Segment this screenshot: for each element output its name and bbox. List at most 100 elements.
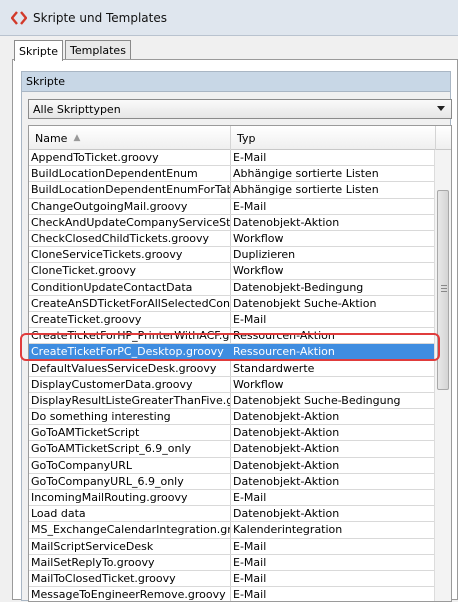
cell-type: Datenobjekt Suche-Bedingung (233, 393, 401, 407)
column-header-type[interactable]: Typ (231, 126, 436, 150)
column-header-name-label: Name (35, 131, 68, 145)
cell-type: Abhängige sortierte Listen (233, 167, 379, 181)
cell-name: GoToAMTicketScript (29, 425, 231, 441)
grip-line (441, 285, 447, 286)
cell-type: Datenobjekt-Aktion (233, 410, 340, 424)
cell-name: DisplayCustomerData.groovy (29, 376, 231, 392)
table-row[interactable]: CloneTicket.groovy Workflow (29, 263, 434, 280)
sort-ascending-icon: ▲ (73, 133, 81, 143)
script-type-select-value: Alle Skripttypen (33, 102, 121, 116)
cell-name: CloneTicket.groovy (29, 263, 231, 279)
table-row[interactable]: CreateTicketForPC_Desktop.groovy Ressourc… (29, 344, 434, 361)
cell-type: Workflow (233, 264, 284, 278)
tab-skripte[interactable]: Skripte (14, 40, 63, 61)
cell-name: Do something interesting (29, 409, 231, 425)
table-row[interactable]: Load data Datenobjekt-Aktion (29, 506, 434, 523)
cell-type: Workflow (233, 232, 284, 246)
cell-name: DisplayResultListeGreaterThanFive.gro... (31, 392, 231, 408)
cell-name: MailSetReplyTo.groovy (29, 554, 231, 570)
title-bar: Skripte und Templates (0, 0, 458, 36)
cell-name: ChangeOutgoingMail.groovy (29, 198, 231, 214)
table-row[interactable]: DefaultValuesServiceDesk.groovy Standardw… (29, 360, 434, 377)
table-row[interactable]: DisplayCustomerData.groovy Workflow (29, 376, 434, 393)
cell-type: Kalenderintegration (233, 523, 343, 537)
cell-type: Standardwerte (233, 361, 315, 375)
cell-type: E-Mail (233, 491, 267, 505)
tab-bar: Skripte Templates (14, 40, 131, 61)
cell-name: MailToClosedTicket.groovy (29, 570, 231, 587)
group-header: Skripte (22, 72, 450, 92)
tab-templates[interactable]: Templates (65, 40, 131, 60)
cell-name: ConditionUpdateContactData (29, 279, 231, 295)
column-header-name[interactable]: Name ▲ (29, 126, 231, 150)
cell-name: CloneServiceTickets.groovy (29, 247, 231, 263)
window-title: Skripte und Templates (33, 10, 168, 25)
table-row[interactable]: GoToCompanyURL Datenobjekt-Aktion (29, 457, 434, 474)
table-row[interactable]: IncomingMailRouting.groovy E-Mail (29, 489, 434, 507)
cell-name: MailScriptServiceDesk (29, 538, 231, 554)
script-type-select[interactable]: Alle Skripttypen (28, 99, 452, 119)
cell-name: CreateAnSDTicketForAllSelectedContacts (31, 295, 231, 311)
cell-type: Datenobjekt-Aktion (233, 442, 340, 456)
cell-name: GoToCompanyURL (29, 457, 231, 473)
cell-type: E-Mail (233, 539, 267, 553)
table-row[interactable]: ChangeOutgoingMail.groovy E-Mail (29, 198, 434, 215)
tab-panel: Skripte Alle Skripttypen Name ▲ Typ Appe… (12, 59, 458, 602)
cell-name: Load data (29, 506, 231, 522)
table-header: Name ▲ Typ (29, 126, 451, 150)
table-row[interactable]: CreateTicket.groovy E-Mail (29, 311, 434, 329)
table-row[interactable]: AppendToTicket.groovy E-Mail (29, 150, 434, 167)
table-row[interactable]: MailSetReplyTo.groovy E-Mail (29, 554, 434, 571)
table-row[interactable]: CheckAndUpdateCompanyServiceStatusDateno… (29, 214, 434, 231)
table-row[interactable]: CheckClosedChildTickets.groovy Workflow (29, 230, 434, 248)
table-row[interactable]: CreateAnSDTicketForAllSelectedContactsDa… (29, 295, 434, 312)
table-row[interactable]: ConditionUpdateContactData Datenobjekt-Be… (29, 279, 434, 296)
table-row[interactable]: GoToAMTicketScript Datenobjekt-Aktion (29, 425, 434, 442)
table-row[interactable]: CloneServiceTickets.groovy Duplizieren (29, 247, 434, 264)
table-row[interactable]: MailToClosedTicket.groovy E-Mail (29, 570, 434, 588)
cell-type: Datenobjekt-Aktion (233, 426, 340, 440)
cell-name: CheckAndUpdateCompanyServiceStatus (31, 214, 231, 230)
cell-type: Datenobjekt-Aktion (233, 507, 340, 521)
table-row[interactable]: BuildLocationDependentEnumForTable Abhäng… (29, 182, 434, 199)
cell-name: DefaultValuesServiceDesk.groovy (29, 360, 231, 376)
cell-name: CreateTicket.groovy (29, 311, 231, 328)
table-row[interactable]: MailScriptServiceDesk E-Mail (29, 538, 434, 555)
cell-name: MS_ExchangeCalendarIntegration.gro... (31, 522, 231, 538)
table-row[interactable]: MS_ExchangeCalendarIntegration.gro... Kal… (29, 522, 434, 539)
cell-name: IncomingMailRouting.groovy (29, 489, 231, 506)
table-row[interactable]: Do something interesting Datenobjekt-Akti… (29, 409, 434, 426)
table-row[interactable]: DisplayResultListeGreaterThanFive.gro...… (29, 392, 434, 409)
table-row[interactable]: CreateTicketForHP_PrinterWithACF.gr... Re… (29, 328, 434, 345)
grip-line (441, 288, 447, 289)
cell-type: E-Mail (233, 312, 267, 326)
cell-type: Ressourcen-Aktion (233, 345, 335, 359)
cell-type: Duplizieren (233, 248, 296, 262)
cell-type: Datenobjekt Suche-Aktion (233, 296, 377, 310)
cell-name: AppendToTicket.groovy (29, 150, 231, 166)
vertical-scrollbar[interactable] (434, 150, 451, 601)
cell-type: Ressourcen-Aktion (233, 329, 335, 343)
cell-type: E-Mail (233, 571, 267, 585)
cell-name: CreateTicketForHP_PrinterWithACF.gr... (31, 328, 231, 344)
scripts-group: Skripte Alle Skripttypen Name ▲ Typ Appe… (21, 71, 452, 602)
chevron-down-icon (437, 106, 445, 111)
cell-name: GoToAMTicketScript_6.9_only (29, 441, 231, 457)
table-row[interactable]: GoToCompanyURL_6.9_only Datenobjekt-Aktio… (29, 473, 434, 490)
cell-type: E-Mail (233, 199, 267, 213)
cell-type: E-Mail (233, 151, 267, 165)
cell-type: Datenobjekt-Bedingung (233, 280, 364, 294)
cell-type: Datenobjekt-Aktion (233, 474, 340, 488)
cell-type: Workflow (233, 377, 284, 391)
scrollbar-thumb[interactable] (437, 190, 449, 390)
column-header-type-label: Typ (237, 131, 256, 145)
cell-name: BuildLocationDependentEnumForTable (31, 182, 231, 198)
table-row[interactable]: BuildLocationDependentEnum Abhängige sort… (29, 166, 434, 183)
table-row[interactable]: GoToAMTicketScript_6.9_only Datenobjekt-A… (29, 441, 434, 458)
app-logo-icon (11, 10, 27, 26)
cell-type: Abhängige sortierte Listen (233, 183, 379, 197)
cell-name: BuildLocationDependentEnum (29, 166, 231, 182)
cell-name: CheckClosedChildTickets.groovy (29, 230, 231, 247)
grip-line (441, 291, 447, 292)
scripts-table: Name ▲ Typ AppendToTicket.groovy E-Mail Bu… (28, 125, 452, 602)
